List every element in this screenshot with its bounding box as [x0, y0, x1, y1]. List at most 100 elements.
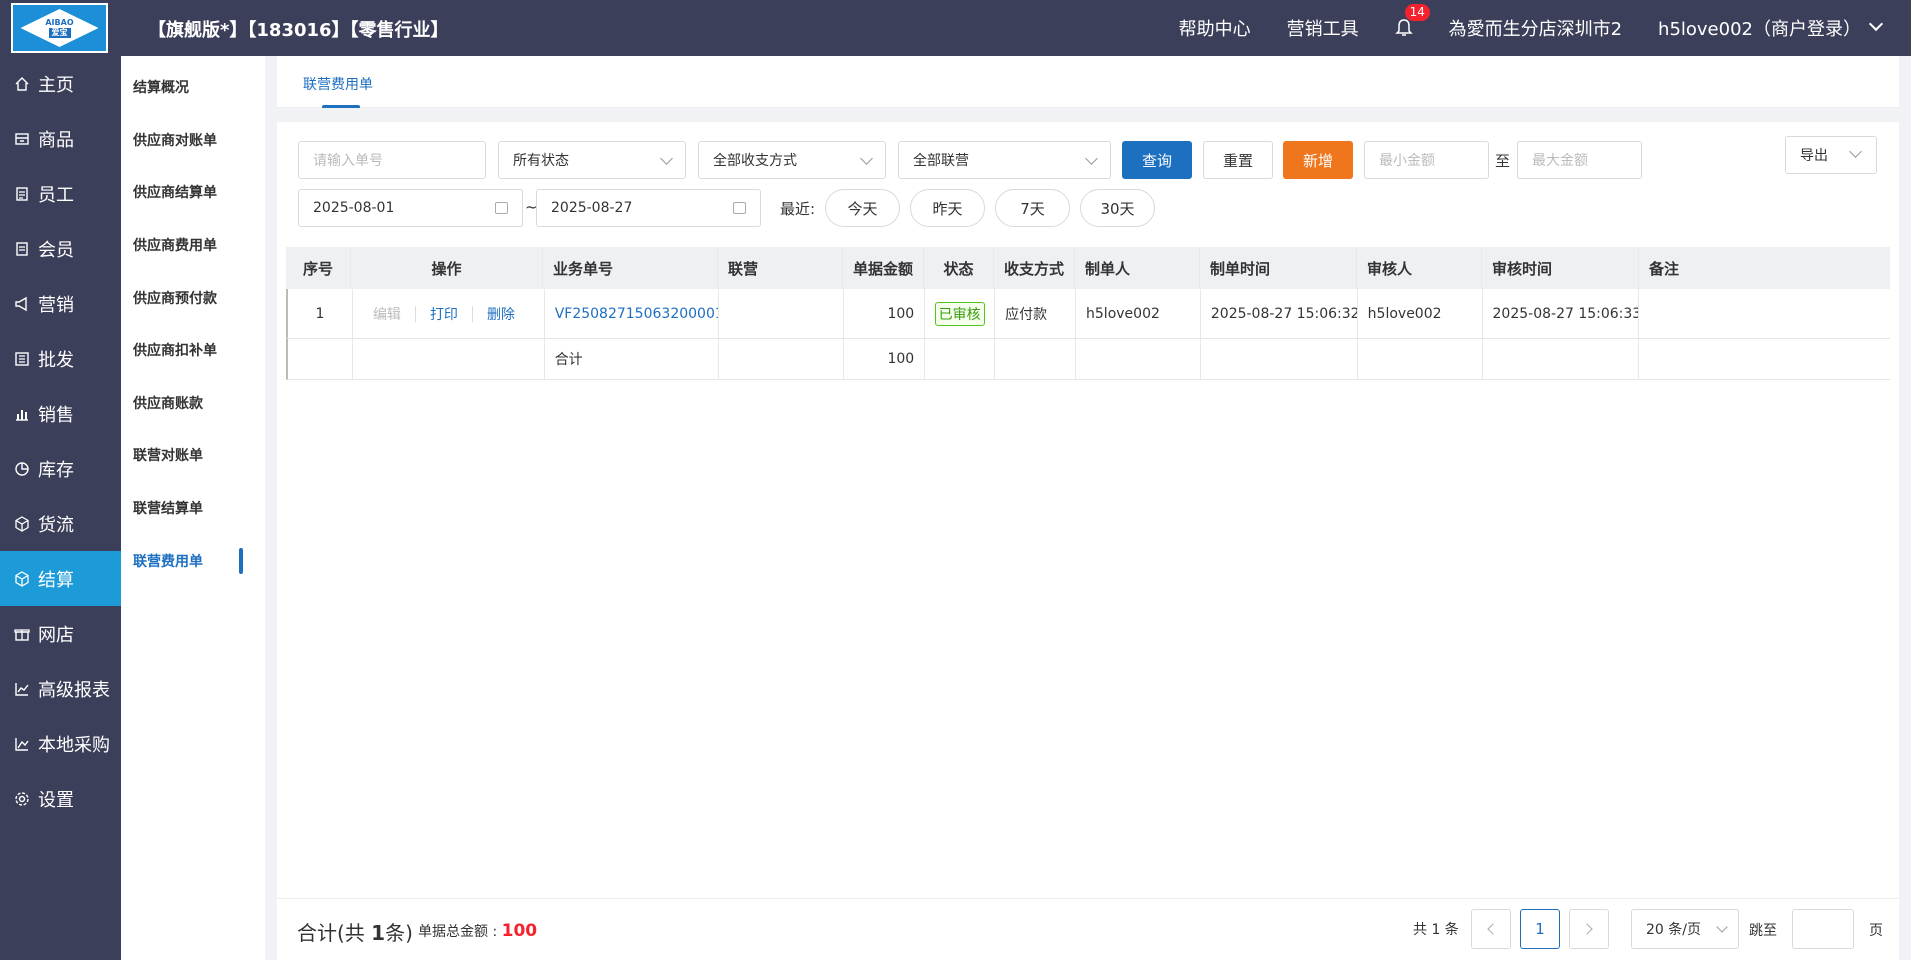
tab-joint-expense[interactable]: 联营费用单	[303, 74, 373, 94]
delete-link[interactable]: 删除	[487, 304, 515, 324]
submenu-item-3[interactable]: 供应商费用单	[121, 219, 265, 272]
page-size-value: 20 条/页	[1646, 922, 1701, 938]
app-logo[interactable]: AIBAO 爱宝	[11, 3, 108, 53]
wholesale-icon	[14, 351, 30, 367]
row-index: 1	[288, 289, 353, 338]
submenu-item-0[interactable]: 结算概况	[121, 61, 265, 114]
row-joint	[719, 289, 845, 338]
sum-prefix: 合计(共	[297, 921, 372, 945]
next-page-button[interactable]	[1569, 909, 1609, 949]
marketing-tools-link[interactable]: 营销工具	[1287, 15, 1359, 41]
goods-icon	[14, 131, 30, 147]
date-to-input[interactable]: 2025-08-27	[536, 189, 761, 227]
sidebar-item-label: 批发	[38, 349, 74, 371]
order-no-link[interactable]: VF25082715063200001	[555, 306, 719, 322]
status-select[interactable]: 所有状态	[498, 141, 686, 179]
record-count: 合计(共 1条)	[297, 917, 413, 946]
min-amount-input[interactable]: 最小金额	[1364, 141, 1489, 179]
joint-select[interactable]: 全部联营	[898, 141, 1111, 179]
sidebar-item-3[interactable]: 会员	[0, 221, 121, 276]
megaphone-icon	[14, 296, 30, 312]
sidebar-item-5[interactable]: 批发	[0, 331, 121, 386]
action-divider	[414, 305, 416, 322]
export-button[interactable]: 导出	[1785, 136, 1877, 174]
30-days-button[interactable]: 30天	[1080, 189, 1155, 227]
edit-link[interactable]: 编辑	[373, 304, 401, 324]
column-header: 审核时间	[1482, 247, 1639, 289]
max-amount-placeholder: 最大金额	[1532, 153, 1588, 169]
sidebar-item-6[interactable]: 销售	[0, 386, 121, 441]
gift-icon	[14, 626, 30, 642]
sidebar-item-10[interactable]: 网店	[0, 606, 121, 661]
sidebar-item-1[interactable]: 商品	[0, 111, 121, 166]
chevron-left-icon	[1487, 923, 1499, 935]
reset-button[interactable]: 重置	[1203, 141, 1273, 179]
table-row[interactable]: 1 编辑 打印 删除 VF25082715063200001 100 已审核 应…	[286, 289, 1890, 339]
sidebar-item-0[interactable]: 主页	[0, 56, 121, 111]
sum-suffix: 条)	[385, 921, 413, 945]
column-header: 操作	[351, 247, 543, 289]
sidebar-item-label: 设置	[38, 789, 74, 811]
sidebar-item-label: 销售	[38, 404, 74, 426]
sidebar-item-label: 货流	[38, 514, 74, 536]
max-amount-input[interactable]: 最大金额	[1517, 141, 1642, 179]
sidebar-item-12[interactable]: 本地采购	[0, 716, 121, 771]
jump-label: 跳至	[1749, 923, 1777, 939]
payment-method-value: 全部收支方式	[713, 153, 797, 169]
logo-text-top: AIBAO	[45, 18, 74, 27]
page-size-select[interactable]: 20 条/页	[1631, 909, 1739, 949]
notification-bell[interactable]: 14	[1394, 4, 1430, 38]
submenu-item-6[interactable]: 供应商账款	[121, 377, 265, 430]
jump-page-input[interactable]	[1792, 909, 1854, 949]
order-no-input[interactable]: 请输入单号	[298, 141, 486, 179]
sidebar-item-13[interactable]: 设置	[0, 771, 121, 826]
row-order-no: VF25082715063200001	[545, 289, 720, 338]
today-button[interactable]: 今天	[825, 189, 900, 227]
submenu-item-9[interactable]: 联营费用单	[121, 534, 265, 587]
column-header: 业务单号	[543, 247, 718, 289]
submenu-item-7[interactable]: 联营对账单	[121, 429, 265, 482]
query-button[interactable]: 查询	[1122, 141, 1192, 179]
page-1-button[interactable]: 1	[1520, 909, 1560, 949]
submenu-item-1[interactable]: 供应商对账单	[121, 114, 265, 167]
total-empty	[1639, 339, 1890, 379]
7-days-button[interactable]: 7天	[995, 189, 1070, 227]
chevron-down-icon	[1716, 921, 1728, 933]
sidebar-item-9[interactable]: 结算	[0, 551, 121, 606]
gear-icon	[14, 791, 30, 807]
sidebar-item-11[interactable]: 高级报表	[0, 661, 121, 716]
sidebar-item-8[interactable]: 货流	[0, 496, 121, 551]
bell-icon	[1394, 19, 1413, 36]
prev-page-button[interactable]	[1471, 909, 1511, 949]
sidebar-item-label: 结算	[38, 569, 74, 591]
settlement-submenu: 结算概况 供应商对账单 供应商结算单 供应商费用单 供应商预付款 供应商扣补单 供应商账款联…	[121, 56, 265, 960]
help-center-link[interactable]: 帮助中心	[1179, 15, 1251, 41]
print-link[interactable]: 打印	[430, 304, 458, 324]
sidebar-item-7[interactable]: 库存	[0, 441, 121, 496]
date-from-input[interactable]: 2025-08-01	[298, 189, 523, 227]
sidebar-item-2[interactable]: 员工	[0, 166, 121, 221]
chevron-down-icon	[1085, 152, 1098, 165]
submenu-item-8[interactable]: 联营结算单	[121, 482, 265, 535]
submenu-item-2[interactable]: 供应商结算单	[121, 166, 265, 219]
joint-select-value: 全部联营	[913, 153, 969, 169]
column-header: 收支方式	[994, 247, 1075, 289]
row-status: 已审核	[925, 289, 996, 338]
store-name[interactable]: 為愛而生分店深圳市2	[1449, 15, 1622, 41]
total-amount-label: 单据总金额 :	[418, 924, 502, 940]
column-header: 制单人	[1075, 247, 1200, 289]
table-total-row: 合计 100	[286, 339, 1890, 380]
submenu-item-5[interactable]: 供应商扣补单	[121, 324, 265, 377]
submenu-item-4[interactable]: 供应商预付款	[121, 271, 265, 324]
yesterday-button[interactable]: 昨天	[910, 189, 985, 227]
sum-count: 1	[371, 921, 386, 945]
sidebar-item-4[interactable]: 营销	[0, 276, 121, 331]
sidebar-item-label: 网店	[38, 624, 74, 646]
section-divider	[277, 108, 1899, 122]
row-amount: 100	[844, 289, 926, 338]
home-icon	[14, 76, 30, 92]
top-right-menu: 帮助中心 营销工具 14 為愛而生分店深圳市2 h5love002（商户登录）	[1143, 0, 1884, 56]
payment-method-select[interactable]: 全部收支方式	[698, 141, 886, 179]
user-menu[interactable]: h5love002（商户登录）	[1658, 15, 1884, 41]
add-button[interactable]: 新增	[1283, 141, 1353, 179]
